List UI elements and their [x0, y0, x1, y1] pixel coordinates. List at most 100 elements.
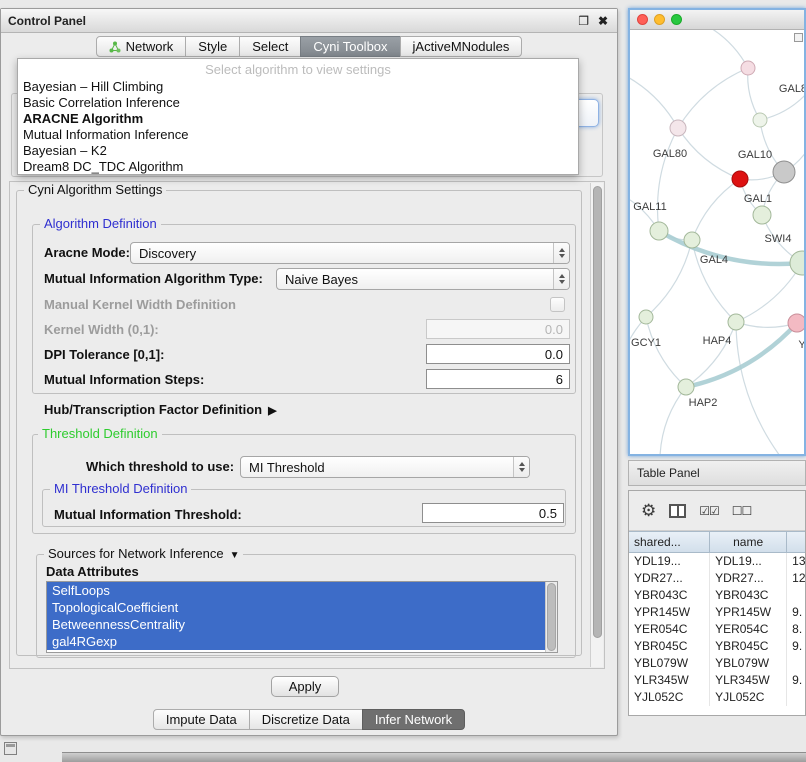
zoom-traffic-light-icon[interactable] [671, 14, 682, 25]
node-label: GAL4 [700, 254, 728, 266]
network-canvas[interactable]: GAL8GAL80GAL10GAL11GAL1SWI4GAL4GCY1HAP4H… [630, 30, 804, 454]
sources-section-toggle[interactable]: Sources for Network Inference ▼ [44, 547, 243, 563]
aracne-mode-value: Discovery [131, 246, 553, 261]
mi-algorithm-type-combobox[interactable]: Naive Bayes [276, 268, 570, 290]
list-scrollbar[interactable] [545, 582, 557, 652]
algorithm-option-aracne-algorithm[interactable]: ARACNE Algorithm [18, 111, 578, 127]
tab-cyni-toolbox[interactable]: Cyni Toolbox [300, 36, 400, 57]
column-header-name[interactable]: name [710, 531, 787, 553]
table-row[interactable]: YLR345WYLR345W9. [629, 672, 805, 689]
network-node[interactable] [773, 161, 795, 183]
deselect-all-columns-icon[interactable]: ☐☐ [732, 505, 752, 517]
expanded-arrow-icon: ▼ [230, 550, 240, 561]
table-cell [787, 689, 805, 706]
settings-scrollpane: Cyni Algorithm Settings Algorithm Defini… [9, 181, 605, 669]
apply-button[interactable]: Apply [271, 676, 339, 697]
network-edge [692, 179, 740, 240]
dpi-tolerance-input[interactable] [426, 344, 570, 364]
minimize-traffic-light-icon[interactable] [654, 14, 665, 25]
algorithm-option-basic-correlation-inference[interactable]: Basic Correlation Inference [18, 95, 578, 111]
node-label: GAL1 [744, 193, 772, 205]
table-row[interactable]: YDR27...YDR27...12 [629, 570, 805, 587]
settings-scrollbar[interactable] [590, 183, 603, 667]
close-window-icon[interactable]: ✖ [598, 13, 608, 29]
table-row[interactable]: YBR043CYBR043C [629, 587, 805, 604]
network-edge [736, 263, 802, 322]
network-window-titlebar[interactable] [630, 10, 804, 30]
float-window-icon[interactable]: ❐ [578, 13, 589, 29]
collapsed-arrow-icon: ▶ [268, 405, 276, 417]
network-node[interactable] [684, 232, 700, 248]
dpi-tolerance-label: DPI Tolerance [0,1]: [44, 347, 164, 363]
column-header-shared-name[interactable]: shared... [629, 531, 710, 553]
network-node[interactable] [741, 61, 755, 75]
tab-impute-data[interactable]: Impute Data [153, 709, 250, 730]
column-header-extra[interactable] [787, 531, 805, 553]
gear-icon[interactable]: ⚙ [641, 502, 656, 519]
tab-label: Cyni Toolbox [313, 37, 387, 56]
attribute-item-gal4rgexp[interactable]: gal4RGexp [47, 633, 545, 650]
algorithm-option-bayesian-k2[interactable]: Bayesian – K2 [18, 143, 578, 159]
sources-section-label: Sources for Network Inference [48, 546, 224, 561]
network-node[interactable] [753, 113, 767, 127]
table-row[interactable]: YDL19...YDL19...13 [629, 553, 805, 570]
attribute-item-selfloops[interactable]: SelfLoops [47, 582, 545, 599]
columns-icon[interactable] [669, 504, 686, 518]
table-row[interactable]: YJL052CYJL052C [629, 689, 805, 706]
network-node[interactable] [650, 222, 668, 240]
select-all-columns-icon[interactable]: ☑☑ [699, 505, 719, 517]
network-node[interactable] [670, 120, 686, 136]
close-traffic-light-icon[interactable] [637, 14, 648, 25]
mi-threshold-input[interactable] [422, 503, 564, 523]
network-node[interactable] [732, 171, 748, 187]
table-cell [787, 587, 805, 604]
tab-jactivemnodules[interactable]: jActiveMNodules [400, 36, 523, 57]
manual-kernel-width-checkbox[interactable] [550, 297, 565, 312]
network-node[interactable] [753, 206, 771, 224]
aracne-mode-combobox[interactable]: Discovery [130, 242, 570, 264]
list-scrollbar-thumb[interactable] [547, 583, 556, 651]
table-row[interactable]: YBL079WYBL079W [629, 655, 805, 672]
hub-section-toggle[interactable]: Hub/Transcription Factor Definition▶ [44, 402, 277, 419]
table-cell: YPR145W [629, 604, 710, 621]
network-view-window: GAL8GAL80GAL10GAL11GAL1SWI4GAL4GCY1HAP4H… [628, 8, 806, 456]
tab-label: Infer Network [375, 710, 452, 729]
attribute-item-topologicalcoefficient[interactable]: TopologicalCoefficient [47, 599, 545, 616]
algorithm-option-mutual-information-inference[interactable]: Mutual Information Inference [18, 127, 578, 143]
tab-infer-network[interactable]: Infer Network [362, 709, 465, 730]
table-panel-titlebar[interactable]: Table Panel [628, 460, 806, 486]
network-node[interactable] [788, 314, 804, 332]
network-node[interactable] [639, 310, 653, 324]
combobox-arrows-icon [553, 243, 569, 263]
table-row[interactable]: YER054CYER054C8. [629, 621, 805, 638]
settings-scrollbar-thumb[interactable] [593, 186, 602, 638]
mi-steps-input[interactable] [426, 369, 570, 389]
tab-network[interactable]: Network [96, 36, 187, 57]
attribute-item-betweennesscentrality[interactable]: BetweennessCentrality [47, 616, 545, 633]
network-node[interactable] [790, 251, 804, 275]
tab-select[interactable]: Select [239, 36, 301, 57]
algorithm-placeholder: Select algorithm to view settings [18, 61, 578, 79]
window-title: Control Panel [8, 9, 86, 33]
kernel-width-input[interactable] [426, 319, 570, 339]
algorithm-option-dream8-dc-tdc-algorithm[interactable]: Dream8 DC_TDC Algorithm [18, 159, 578, 175]
network-node[interactable] [678, 379, 694, 395]
cyni-settings-legend: Cyni Algorithm Settings [24, 183, 166, 197]
tab-style[interactable]: Style [185, 36, 240, 57]
table-row[interactable]: YPR145WYPR145W9. [629, 604, 805, 621]
network-edge [658, 128, 678, 231]
which-threshold-combobox[interactable]: MI Threshold [240, 456, 530, 478]
control-panel-titlebar[interactable]: Control Panel ❐ ✖ [1, 9, 617, 33]
tab-discretize-data[interactable]: Discretize Data [249, 709, 363, 730]
threshold-definition-legend: Threshold Definition [38, 427, 162, 441]
node-label: GAL10 [738, 149, 772, 161]
algorithm-definition-legend: Algorithm Definition [40, 217, 161, 231]
network-node[interactable] [728, 314, 744, 330]
network-edge [678, 68, 748, 128]
network-edge [686, 322, 736, 387]
panel-corner-icon[interactable] [4, 742, 17, 755]
network-edge [630, 317, 646, 382]
node-label: GAL11 [633, 201, 666, 213]
algorithm-option-bayesian-hill-climbing[interactable]: Bayesian – Hill Climbing [18, 79, 578, 95]
table-row[interactable]: YBR045CYBR045C9. [629, 638, 805, 655]
